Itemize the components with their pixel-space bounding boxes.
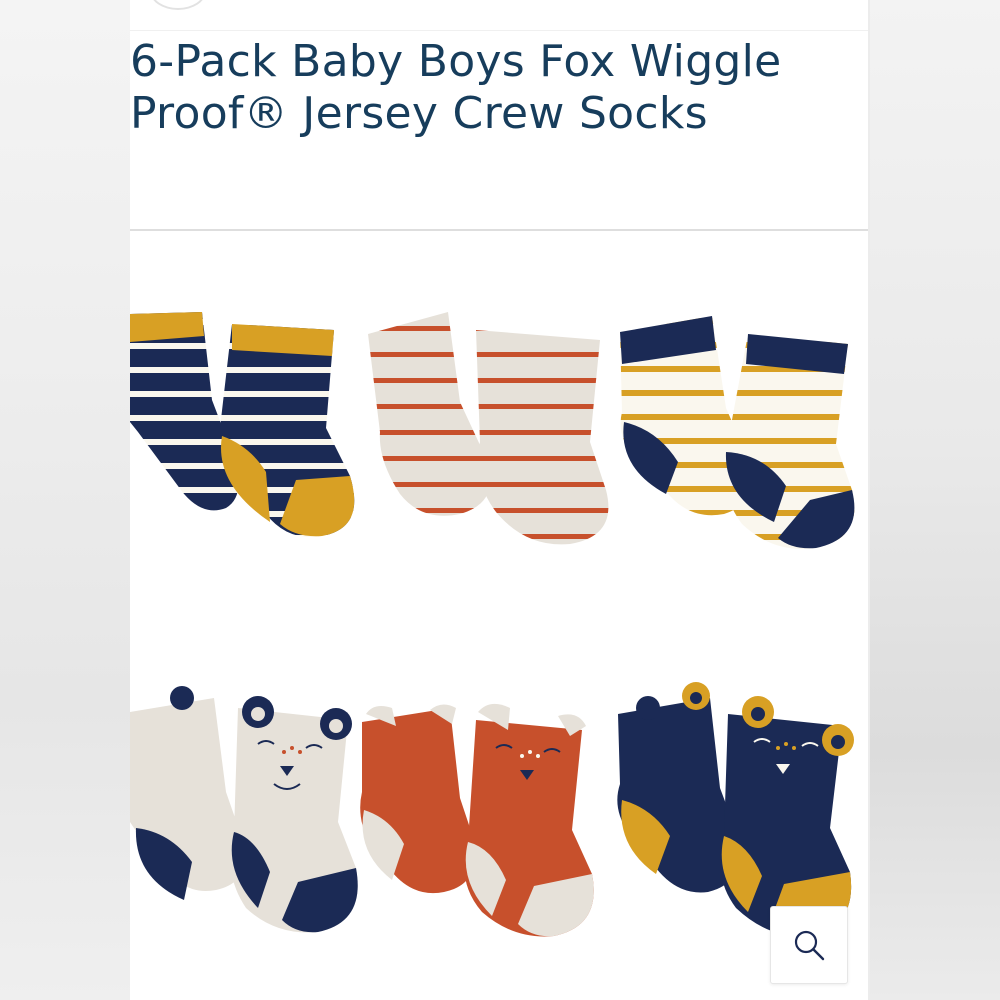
logo xyxy=(150,0,206,10)
magnifier-icon xyxy=(794,930,825,961)
blurred-background-right xyxy=(870,0,1000,1000)
divider xyxy=(130,229,868,231)
product-title: 6-Pack Baby Boys Fox Wiggle Proof® Jerse… xyxy=(130,36,782,139)
product-image xyxy=(130,232,868,1000)
top-bar xyxy=(130,0,868,31)
blurred-background-left xyxy=(0,0,130,1000)
product-card: 6-Pack Baby Boys Fox Wiggle Proof® Jerse… xyxy=(130,0,868,1000)
zoom-button[interactable] xyxy=(770,906,848,984)
